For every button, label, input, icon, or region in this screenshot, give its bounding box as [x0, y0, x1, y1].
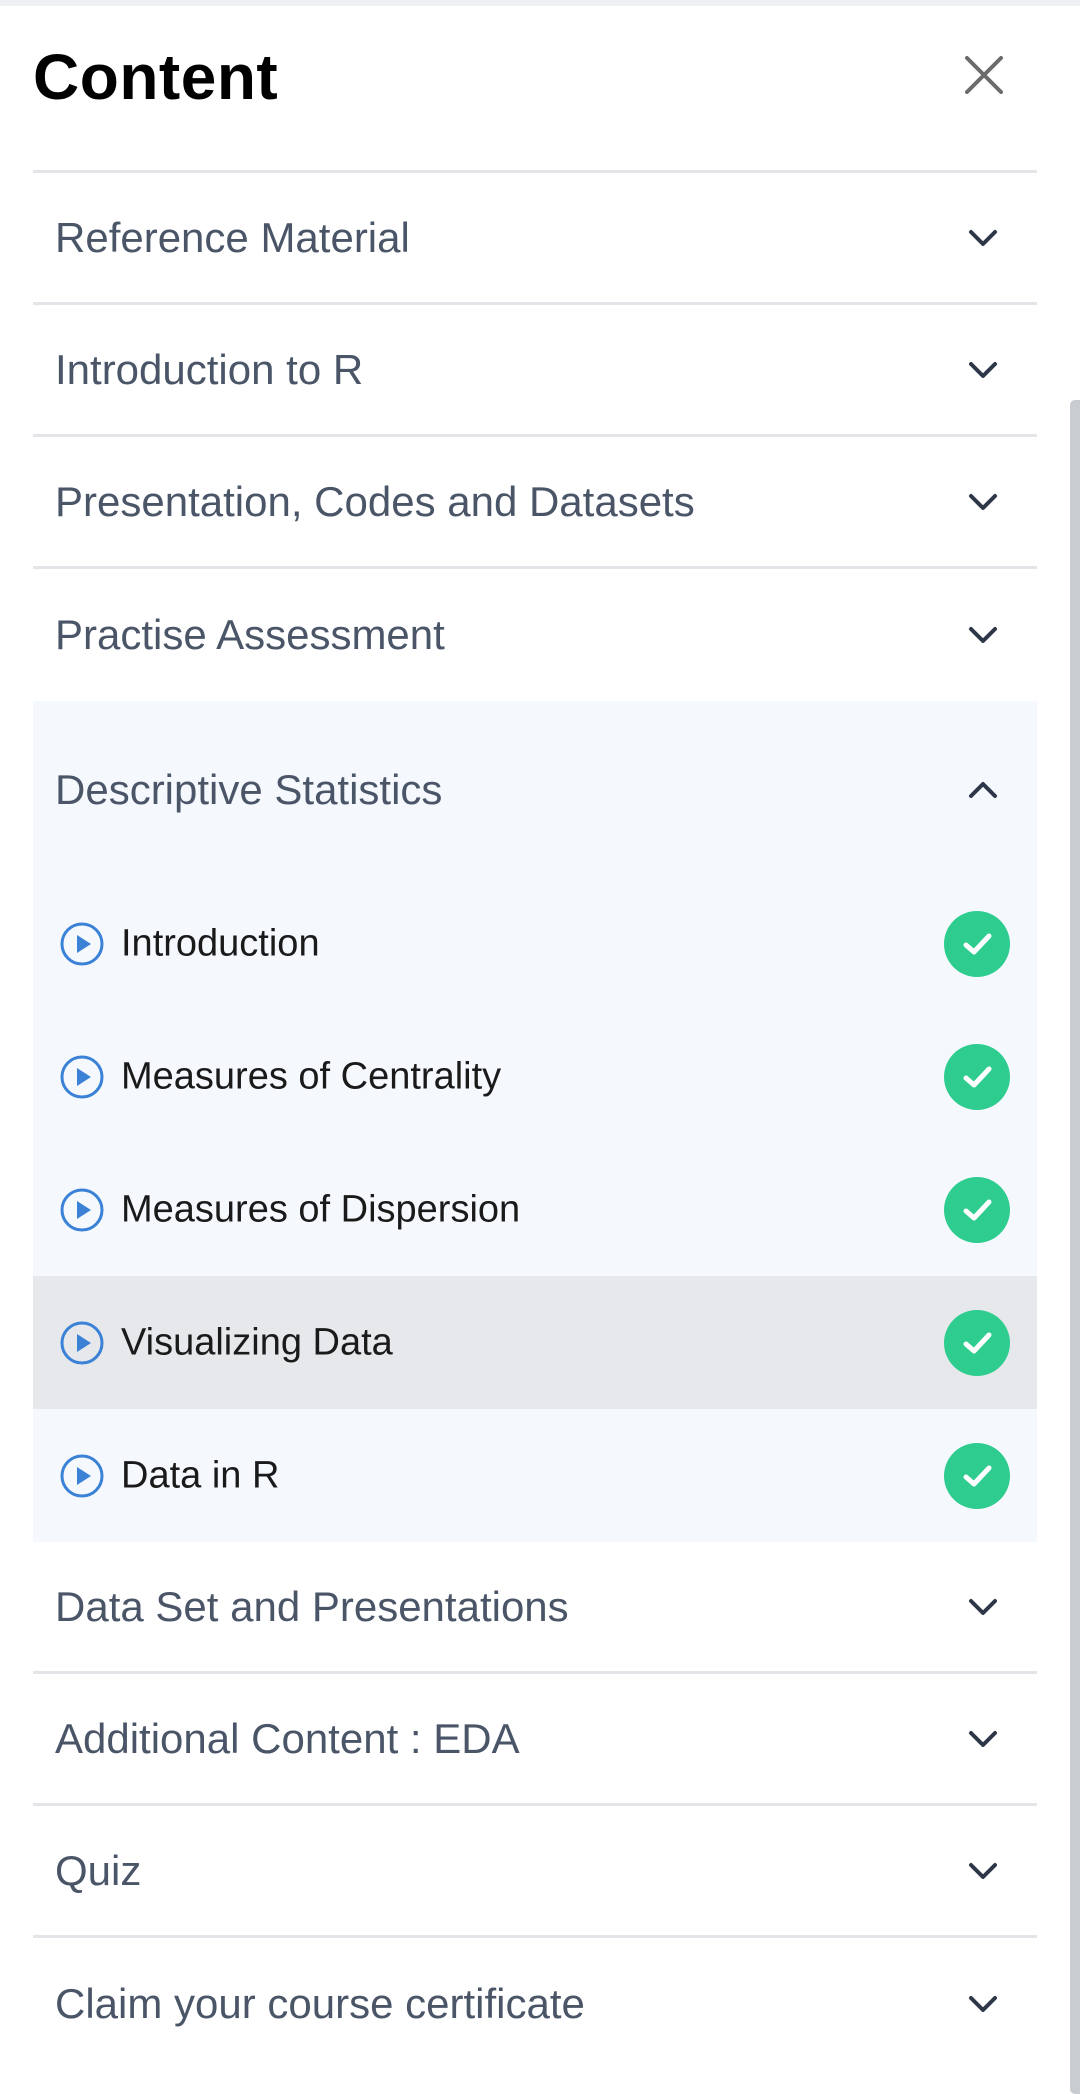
sections-before: Reference Material Introduction to R Pre… [33, 173, 1037, 701]
section-claim-certificate[interactable]: Claim your course certificate [33, 1938, 1037, 2070]
chevron-down-icon [963, 1851, 1003, 1891]
chevron-down-icon [963, 1587, 1003, 1627]
close-button[interactable] [959, 50, 1009, 100]
section-additional-content-eda[interactable]: Additional Content : EDA [33, 1674, 1037, 1806]
chevron-down-icon [963, 615, 1003, 655]
section-label: Additional Content : EDA [55, 1714, 520, 1762]
section-quiz[interactable]: Quiz [33, 1806, 1037, 1938]
play-circle-icon [58, 1053, 106, 1101]
section-label: Reference Material [55, 213, 410, 261]
chevron-down-icon [963, 1719, 1003, 1759]
chevron-down-icon [963, 218, 1003, 258]
chevron-down-icon [963, 350, 1003, 390]
section-label: Introduction to R [55, 345, 364, 393]
section-header-descriptive-statistics[interactable]: Descriptive Statistics [33, 701, 1037, 877]
panel-header: Content [33, 0, 1037, 173]
scrollbar[interactable] [1070, 400, 1080, 2094]
section-reference-material[interactable]: Reference Material [33, 173, 1037, 305]
lesson-item-data-in-r[interactable]: Data in R [33, 1409, 1037, 1542]
lesson-item-measures-of-dispersion[interactable]: Measures of Dispersion [33, 1143, 1037, 1276]
chevron-down-icon [963, 1984, 1003, 2024]
section-practise-assessment[interactable]: Practise Assessment [33, 569, 1037, 701]
section-label: Data Set and Presentations [55, 1582, 569, 1630]
lesson-label: Measures of Dispersion [121, 1188, 521, 1230]
play-circle-icon [58, 920, 106, 968]
chevron-down-icon [963, 482, 1003, 522]
page-title: Content [33, 41, 279, 113]
check-circle-icon [944, 1442, 1010, 1509]
check-circle-icon [944, 1309, 1010, 1376]
content-panel: Content Reference Material Introduction … [33, 0, 1037, 2070]
section-presentation-codes-datasets[interactable]: Presentation, Codes and Datasets [33, 437, 1037, 569]
section-label: Practise Assessment [55, 611, 445, 658]
lesson-label: Measures of Centrality [121, 1055, 502, 1097]
lesson-label: Introduction [121, 922, 320, 964]
section-introduction-to-r[interactable]: Introduction to R [33, 305, 1037, 437]
play-circle-icon [58, 1186, 106, 1234]
close-icon [965, 56, 1003, 94]
play-circle-icon [58, 1319, 106, 1367]
check-circle-icon [944, 910, 1010, 977]
section-label: Presentation, Codes and Datasets [55, 477, 695, 525]
section-label: Quiz [55, 1846, 142, 1894]
sections-after: Data Set and Presentations Additional Co… [33, 1542, 1037, 2070]
play-circle-icon [58, 1452, 106, 1500]
lesson-item-measures-of-centrality[interactable]: Measures of Centrality [33, 1010, 1037, 1143]
section-data-set-and-presentations[interactable]: Data Set and Presentations [33, 1542, 1037, 1674]
chevron-up-icon [963, 770, 1003, 810]
lesson-label: Data in R [121, 1454, 280, 1496]
section-label: Claim your course certificate [55, 1980, 585, 2027]
lesson-label: Visualizing Data [121, 1321, 393, 1363]
lesson-item-visualizing-data[interactable]: Visualizing Data [33, 1276, 1037, 1409]
section-label: Descriptive Statistics [55, 766, 443, 813]
section-descriptive-statistics: Descriptive Statistics Introduction Meas… [33, 701, 1037, 1542]
check-circle-icon [944, 1176, 1010, 1243]
check-circle-icon [944, 1043, 1010, 1110]
lesson-item-introduction[interactable]: Introduction [33, 877, 1037, 1010]
